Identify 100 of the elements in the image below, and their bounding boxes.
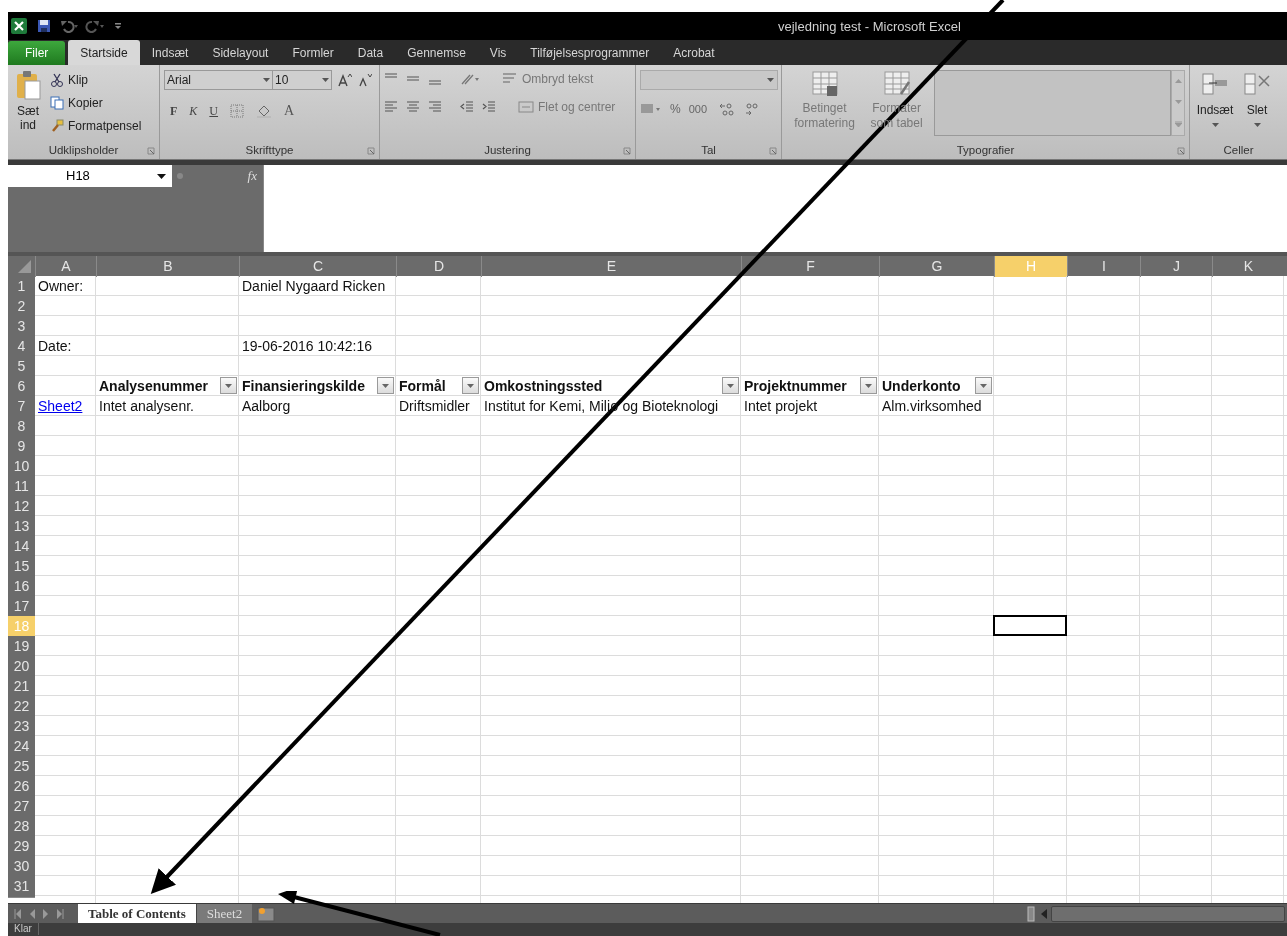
insert-function-button[interactable]: fx — [247, 166, 257, 186]
filter-dropdown-button[interactable] — [975, 377, 992, 394]
dialog-launcher-icon[interactable] — [367, 147, 375, 155]
decrease-indent-icon[interactable] — [460, 100, 474, 114]
number-format-field[interactable] — [640, 70, 778, 90]
ribbon-tab[interactable]: Tilføjelsesprogrammer — [518, 41, 662, 65]
row-header[interactable]: 9 — [8, 436, 35, 458]
insert-cells-button[interactable]: Indsæt — [1194, 70, 1236, 143]
paste-button[interactable]: Sæt ind — [12, 70, 44, 143]
ribbon-tab[interactable]: Data — [345, 41, 396, 65]
format-painter-button[interactable]: Formatpensel — [50, 116, 142, 136]
align-left-icon[interactable] — [384, 100, 398, 114]
gallery-scroll-buttons[interactable] — [1171, 70, 1185, 136]
row-header[interactable]: 5 — [8, 356, 35, 378]
row-header[interactable]: 28 — [8, 816, 35, 838]
thousands-separator-button[interactable]: 000 — [688, 100, 708, 118]
filter-dropdown-button[interactable] — [462, 377, 479, 394]
underline-button[interactable]: U — [209, 101, 219, 120]
grow-font-icon[interactable] — [338, 73, 352, 87]
row-header[interactable]: 11 — [8, 476, 35, 498]
font-name-field[interactable]: Arial 10 — [164, 70, 332, 90]
copy-button[interactable]: Kopier — [50, 93, 142, 113]
dialog-launcher-icon[interactable] — [147, 147, 155, 155]
border-grid-icon[interactable] — [230, 103, 245, 118]
shrink-font-icon[interactable] — [358, 73, 372, 87]
sheet-tab[interactable]: Table of Contents — [78, 903, 196, 924]
row-header[interactable]: 19 — [8, 636, 35, 658]
row-header[interactable]: 2 — [8, 296, 35, 318]
row-header[interactable]: 1 — [8, 276, 35, 298]
column-header[interactable]: J — [1140, 256, 1212, 277]
ribbon-tab[interactable]: Acrobat — [661, 41, 727, 65]
decrease-decimal-icon[interactable] — [743, 102, 760, 116]
row-header[interactable]: 4 — [8, 336, 35, 358]
ribbon-tab[interactable]: Vis — [477, 41, 519, 65]
align-right-icon[interactable] — [428, 100, 442, 114]
ribbon-tab[interactable]: Startside — [68, 40, 140, 65]
orientation-icon[interactable] — [460, 72, 480, 86]
filter-dropdown-button[interactable] — [722, 377, 739, 394]
row-header[interactable]: 15 — [8, 556, 35, 578]
row-header[interactable]: 24 — [8, 736, 35, 758]
previous-sheet-icon[interactable] — [28, 908, 36, 919]
row-header[interactable]: 12 — [8, 496, 35, 518]
increase-decimal-icon[interactable] — [719, 102, 736, 116]
currency-icon[interactable] — [640, 102, 662, 116]
save-icon[interactable] — [37, 19, 51, 33]
wrap-text-button[interactable]: Ombryd tekst — [502, 70, 594, 88]
column-header[interactable]: F — [741, 256, 879, 277]
row-header[interactable]: 30 — [8, 856, 35, 878]
split-handle-icon[interactable] — [1027, 905, 1035, 922]
ribbon-tab[interactable]: Filer — [8, 41, 66, 65]
last-sheet-icon[interactable] — [56, 908, 64, 919]
next-sheet-icon[interactable] — [42, 908, 50, 919]
percent-button[interactable]: % — [670, 100, 681, 118]
bold-button[interactable]: F — [170, 101, 178, 120]
row-header[interactable]: 27 — [8, 796, 35, 818]
ribbon-tab[interactable]: Gennemse — [395, 41, 478, 65]
row-header[interactable]: 25 — [8, 756, 35, 778]
dialog-launcher-icon[interactable] — [623, 147, 631, 155]
column-header[interactable]: E — [481, 256, 741, 277]
first-sheet-icon[interactable] — [14, 908, 22, 919]
horizontal-scrollbar[interactable] — [1051, 905, 1285, 922]
row-header[interactable]: 3 — [8, 316, 35, 338]
row-header[interactable]: 14 — [8, 536, 35, 558]
filter-dropdown-button[interactable] — [860, 377, 877, 394]
column-header[interactable]: A — [35, 256, 96, 277]
column-header[interactable]: D — [396, 256, 481, 277]
row-header[interactable]: 6 — [8, 376, 35, 398]
row-header[interactable]: 31 — [8, 876, 35, 898]
redo-icon[interactable] — [85, 19, 105, 33]
sheet-tab[interactable]: Sheet2 — [195, 903, 253, 924]
column-header[interactable]: B — [96, 256, 239, 277]
delete-cells-button[interactable]: Slet — [1236, 70, 1278, 143]
ribbon-tab[interactable]: Sidelayout — [200, 41, 281, 65]
filter-dropdown-button[interactable] — [220, 377, 237, 394]
ribbon-tab[interactable]: Formler — [280, 41, 346, 65]
row-header[interactable]: 20 — [8, 656, 35, 678]
active-cell-border[interactable] — [993, 615, 1067, 636]
row-header[interactable]: 21 — [8, 676, 35, 698]
row-header[interactable]: 13 — [8, 516, 35, 538]
align-center-icon[interactable] — [406, 100, 420, 114]
dialog-launcher-icon[interactable] — [1177, 147, 1185, 155]
column-header[interactable]: C — [239, 256, 396, 277]
row-header[interactable]: 7 — [8, 396, 35, 418]
increase-indent-icon[interactable] — [482, 100, 496, 114]
row-header[interactable]: 26 — [8, 776, 35, 798]
row-header[interactable]: 23 — [8, 716, 35, 738]
undo-icon[interactable] — [59, 19, 79, 33]
row-header[interactable]: 8 — [8, 416, 35, 438]
row-header[interactable]: 16 — [8, 576, 35, 598]
column-header[interactable]: K — [1212, 256, 1284, 277]
dialog-launcher-icon[interactable] — [769, 147, 777, 155]
row-header[interactable]: 29 — [8, 836, 35, 858]
fill-bucket-icon[interactable] — [256, 103, 273, 118]
name-box[interactable]: H18 — [8, 165, 172, 187]
italic-button[interactable]: K — [189, 101, 198, 120]
hyperlink[interactable]: Sheet2 — [38, 397, 83, 415]
column-header[interactable]: I — [1067, 256, 1140, 277]
row-header[interactable]: 22 — [8, 696, 35, 718]
conditional-formatting-button[interactable]: Betinget formatering — [786, 70, 863, 143]
filter-dropdown-button[interactable] — [377, 377, 394, 394]
